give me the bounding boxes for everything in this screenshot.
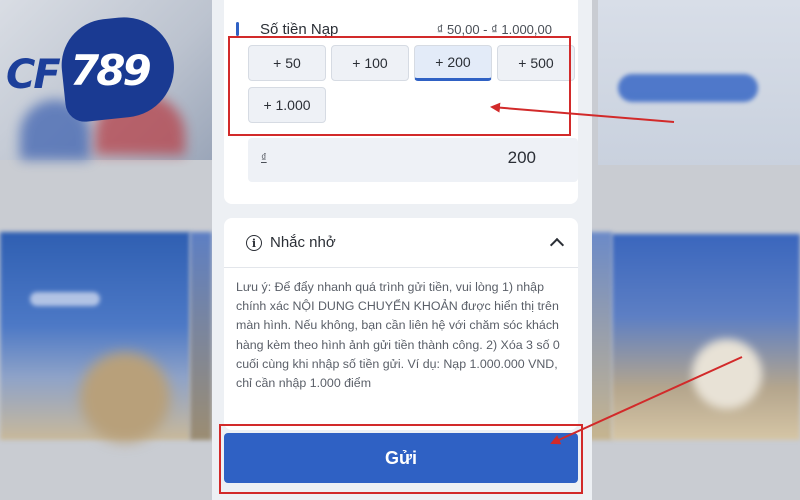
- reminder-title: Nhắc nhở: [270, 234, 336, 251]
- background-promo-card-left: [0, 232, 190, 442]
- amount-input[interactable]: ₫ 200: [248, 138, 578, 182]
- logo-prefix: CF: [6, 52, 61, 98]
- background-banner-button: [618, 74, 758, 102]
- background-promo-card-right: [612, 234, 800, 440]
- chevron-up-icon[interactable]: [549, 237, 565, 253]
- info-icon: i: [246, 235, 262, 251]
- highlight-box-submit: [219, 424, 583, 494]
- reminder-card: i Nhắc nhở Lưu ý: Để đẩy nhanh quá trình…: [224, 218, 578, 430]
- deposit-amount-range: ₫ 50,00 - ₫ 1.000,00: [436, 22, 552, 37]
- background-strip: [190, 232, 212, 440]
- reminder-header[interactable]: i Nhắc nhở: [224, 218, 578, 268]
- highlight-box-amount-chips: [228, 36, 571, 136]
- currency-symbol: ₫: [261, 152, 267, 164]
- reminder-text: Lưu ý: Để đẩy nhanh quá trình gửi tiền, …: [236, 280, 560, 391]
- section-accent-bar: [236, 22, 239, 36]
- brand-logo: CF 789: [4, 12, 179, 124]
- amount-input-value: 200: [507, 148, 536, 167]
- logo-number: 789: [70, 46, 152, 95]
